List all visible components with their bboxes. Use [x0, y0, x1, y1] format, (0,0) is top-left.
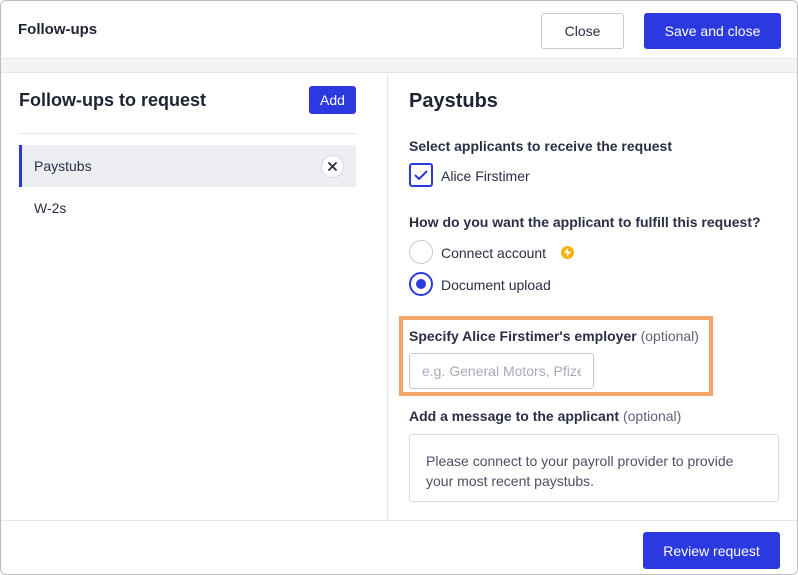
document-upload-label: Document upload: [441, 277, 551, 293]
follow-ups-list-title: Follow-ups to request: [19, 90, 206, 110]
detail-title: Paystubs: [409, 90, 498, 112]
divider: [19, 133, 356, 134]
lightning-bolt-icon: [561, 246, 574, 259]
save-and-close-button[interactable]: Save and close: [644, 13, 781, 49]
employer-label-text: Specify Alice Firstimer's employer: [409, 328, 637, 344]
radio-selected-dot: [416, 279, 426, 289]
connect-account-label: Connect account: [441, 245, 547, 261]
dialog-title: Follow-ups: [18, 21, 98, 38]
employer-optional: (optional): [640, 328, 699, 344]
fulfill-method-label: How do you want the applicant to fulfill…: [409, 214, 761, 230]
follow-ups-list-panel: Follow-ups to request Add Paystubs W-2s: [1, 74, 388, 520]
add-follow-up-button[interactable]: Add: [309, 86, 356, 114]
radio-document-upload[interactable]: [409, 272, 433, 296]
employer-label: Specify Alice Firstimer's employer (opti…: [409, 328, 699, 344]
employer-input[interactable]: [409, 353, 594, 389]
list-item-paystubs[interactable]: Paystubs: [19, 145, 356, 187]
list-item-w2s[interactable]: W-2s: [19, 187, 356, 229]
applicants-label: Select applicants to receive the request: [409, 138, 672, 154]
header-separator: [1, 59, 797, 73]
follow-up-detail-panel: Paystubs Select applicants to receive th…: [389, 74, 797, 520]
follow-ups-dialog: Follow-ups Close Save and close Follow-u…: [0, 0, 798, 575]
check-icon: [414, 170, 428, 180]
message-textarea[interactable]: Please connect to your payroll provider …: [409, 434, 779, 502]
close-button[interactable]: Close: [541, 13, 624, 49]
applicant-checkbox[interactable]: [409, 163, 433, 187]
message-optional: (optional): [622, 408, 682, 424]
review-request-button[interactable]: Review request: [643, 532, 780, 569]
list-item-label: Paystubs: [34, 158, 92, 174]
applicant-name: Alice Firstimer: [441, 168, 530, 184]
list-item-label: W-2s: [34, 200, 67, 216]
message-label-text: Add a message to the applicant: [409, 408, 620, 424]
message-label: Add a message to the applicant (optional…: [409, 408, 681, 424]
remove-paystubs-button[interactable]: [321, 155, 344, 178]
radio-connect-account[interactable]: [409, 240, 433, 264]
dialog-header: Follow-ups Close Save and close: [1, 1, 797, 59]
close-icon: [328, 162, 337, 171]
dialog-footer: Review request: [1, 520, 797, 574]
